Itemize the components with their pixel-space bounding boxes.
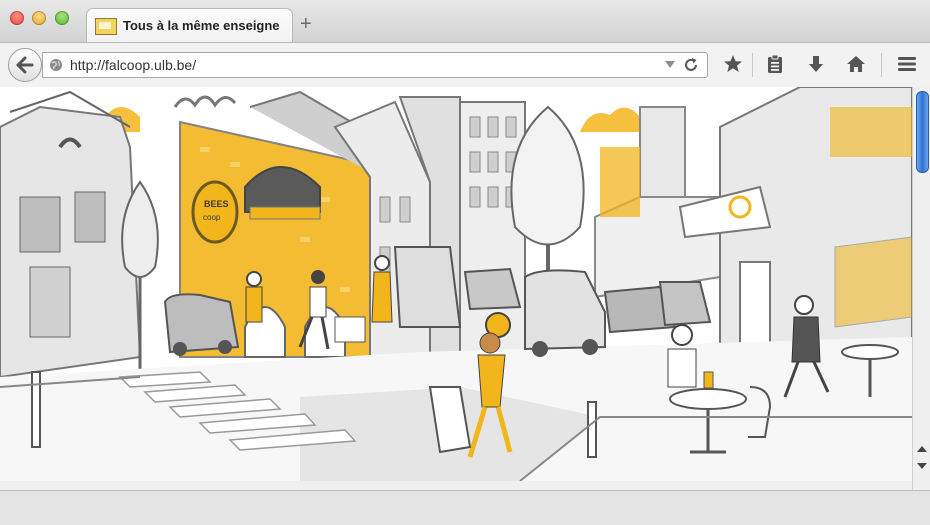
new-tab-button[interactable]: + <box>300 14 312 34</box>
status-bar <box>0 490 930 525</box>
back-button[interactable] <box>8 48 42 82</box>
reload-icon[interactable] <box>683 57 699 73</box>
toolbar-separator <box>881 53 882 77</box>
content-bottom-bar <box>0 481 912 490</box>
home-icon[interactable] <box>845 53 867 75</box>
clipboard-icon[interactable] <box>764 53 786 75</box>
url-text: http://falcoop.ulb.be/ <box>70 57 197 73</box>
browser-tab-active[interactable]: Tous à la même enseigne <box>86 8 293 43</box>
minimize-window-button[interactable] <box>32 11 46 25</box>
hamburger-menu-icon[interactable] <box>896 53 918 75</box>
maximize-window-button[interactable] <box>55 11 69 25</box>
page-content: BEES coop <box>0 87 912 481</box>
close-window-button[interactable] <box>10 11 24 25</box>
navigation-toolbar: http://falcoop.ulb.be/ <box>0 42 930 88</box>
street-illustration: BEES coop <box>0 87 912 481</box>
star-icon[interactable] <box>722 53 744 75</box>
tab-title: Tous à la même enseigne <box>123 18 280 33</box>
window-titlebar: Tous à la même enseigne + <box>0 0 930 43</box>
vertical-scrollbar[interactable] <box>912 87 930 490</box>
scroll-down-arrow-icon[interactable] <box>917 463 927 469</box>
toolbar-separator <box>752 53 753 77</box>
tab-favicon-icon <box>95 18 117 35</box>
globe-icon <box>50 59 62 71</box>
address-bar[interactable]: http://falcoop.ulb.be/ <box>42 52 708 78</box>
download-icon[interactable] <box>805 53 827 75</box>
url-history-dropdown-icon[interactable] <box>665 61 675 68</box>
svg-text:coop: coop <box>203 213 221 222</box>
scroll-up-arrow-icon[interactable] <box>917 446 927 452</box>
back-arrow-icon <box>16 56 34 74</box>
scrollbar-thumb[interactable] <box>916 91 929 173</box>
shop-sign-text: BEES <box>204 199 229 209</box>
